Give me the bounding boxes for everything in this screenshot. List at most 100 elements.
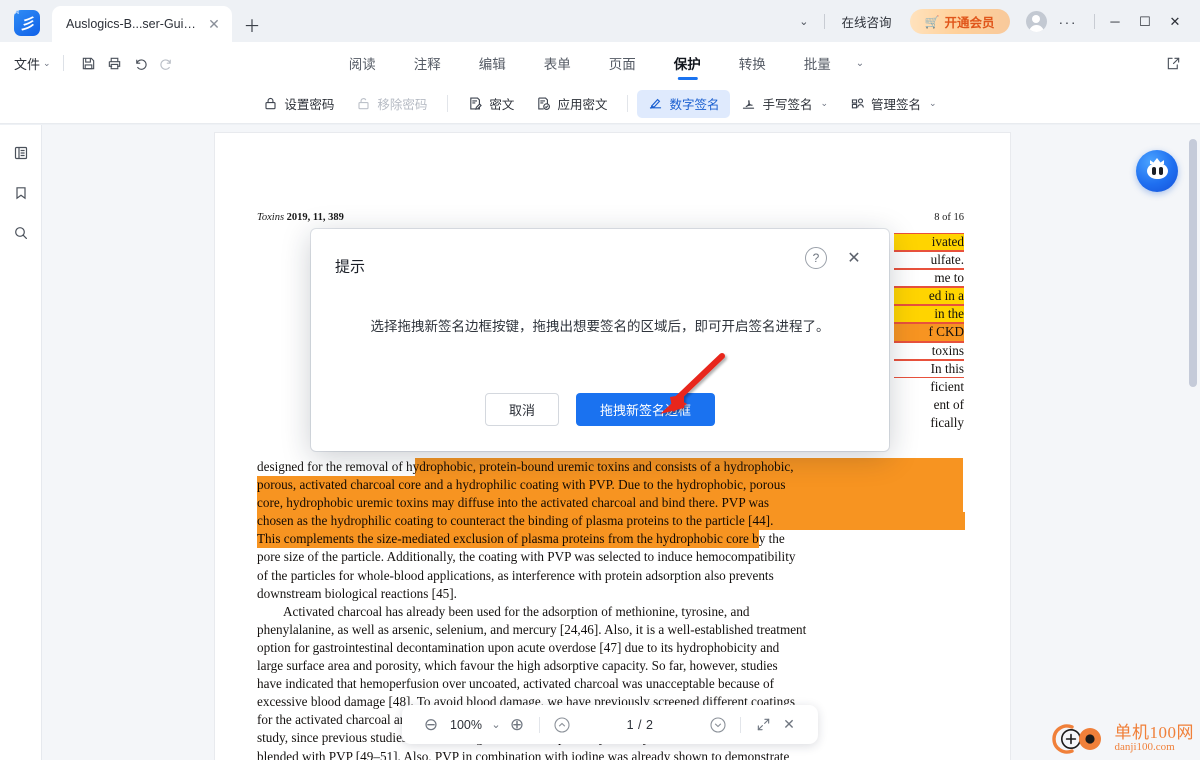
print-icon[interactable] <box>102 50 128 76</box>
text-fragment: toxins <box>894 342 964 360</box>
new-tab-button[interactable]: ＋ <box>242 14 262 36</box>
divider <box>62 55 64 71</box>
document-tab[interactable]: Auslogics-B...ser-Guide * ✕ <box>52 6 232 42</box>
text-line: have indicated that hemoperfusion over u… <box>257 676 774 692</box>
text-line: blended with PVP [49–51]. Also, PVP in c… <box>257 748 790 760</box>
manage-signature-button[interactable]: 管理签名 ⌄ <box>839 90 948 118</box>
vertical-scrollbar[interactable] <box>1186 125 1200 760</box>
handwritten-signature-icon <box>741 96 756 111</box>
scrollbar-thumb[interactable] <box>1189 139 1197 387</box>
divider <box>447 95 449 112</box>
chevron-down-icon: ⌄ <box>929 98 937 108</box>
tab-convert[interactable]: 转换 <box>720 48 785 78</box>
undo-icon[interactable] <box>128 50 154 76</box>
avatar[interactable] <box>1025 11 1047 32</box>
lock-open-icon <box>356 96 371 111</box>
text-fragment: me to <box>894 269 964 287</box>
maximize-button[interactable]: ☐ <box>1130 14 1160 30</box>
zoom-out-button[interactable]: ⊖ <box>418 712 444 738</box>
text-fragment: ent of <box>933 396 964 412</box>
text-line: option for gastrointestinal decontaminat… <box>257 639 780 655</box>
tab-edit[interactable]: 编辑 <box>460 48 525 78</box>
tab-page[interactable]: 页面 <box>590 48 655 78</box>
application-window: AI 彡 Auslogics-B...ser-Guide * ✕ ＋ ⌄ 在线咨询… <box>0 0 1200 760</box>
text-fragment: fically <box>930 414 964 430</box>
title-bar-right: ⌄ 在线咨询 🛒 开通会员 ··· ─ ☐ ✕ <box>789 9 1200 34</box>
chevron-down-icon[interactable]: ⌄ <box>850 58 870 69</box>
text-fragment: ed in a <box>894 287 964 306</box>
set-password-label: 设置密码 <box>284 98 335 112</box>
upgrade-vip-button[interactable]: 🛒 开通会员 <box>909 9 1010 34</box>
save-icon[interactable] <box>76 50 102 76</box>
redact-doc-icon <box>468 96 483 111</box>
page-indicator[interactable]: 1 / 2 <box>575 718 705 732</box>
fit-page-icon[interactable] <box>750 712 776 738</box>
close-zoom-toolbar-button[interactable]: ✕ <box>776 712 802 738</box>
file-menu-label: 文件 <box>14 56 41 72</box>
tab-read[interactable]: 阅读 <box>330 48 395 78</box>
text-line: phenylalanine, as well as arsenic, selen… <box>257 621 807 637</box>
close-icon[interactable]: ✕ <box>843 247 865 269</box>
digital-signature-button[interactable]: 数字签名 <box>637 89 731 118</box>
previous-page-button[interactable] <box>549 712 575 738</box>
minimize-button[interactable]: ─ <box>1100 14 1130 29</box>
left-sidebar <box>0 125 42 760</box>
next-page-button[interactable] <box>705 712 731 738</box>
tab-annotate[interactable]: 注释 <box>395 48 460 78</box>
page-running-header: Toxins 2019, 11, 389 8 of 16 <box>257 212 964 223</box>
digital-signature-label: 数字签名 <box>669 98 720 112</box>
external-link-icon[interactable] <box>1160 50 1186 76</box>
thumbnail-panel-icon[interactable] <box>7 139 35 167</box>
bookmark-icon[interactable] <box>7 179 35 207</box>
redo-icon[interactable] <box>154 50 180 76</box>
crown-icon <box>1150 158 1164 164</box>
file-menu-button[interactable]: 文件 ⌄ <box>14 54 51 73</box>
menu-bar-right <box>1160 50 1186 76</box>
close-window-button[interactable]: ✕ <box>1160 14 1190 30</box>
redact-label: 密文 <box>489 98 515 112</box>
apply-redaction-button[interactable]: 应用密文 <box>525 90 618 118</box>
remove-password-button[interactable]: 移除密码 <box>345 90 438 118</box>
text-fragment: in the <box>894 305 964 324</box>
highlight-orange <box>415 458 963 476</box>
handwritten-signature-button[interactable]: 手写签名 ⌄ <box>730 90 839 118</box>
text-fragment: f CKD <box>894 323 964 342</box>
redact-button[interactable]: 密文 <box>457 90 525 118</box>
cart-icon: 🛒 <box>924 14 940 29</box>
tab-protect[interactable]: 保护 <box>655 48 720 78</box>
page-zoom-toolbar: ⊖ 100% ⌄ ⊕ 1 / 2 ✕ <box>402 705 818 744</box>
journal-ref: Toxins 2019, 11, 389 <box>257 212 344 223</box>
drag-new-signature-box-button[interactable]: 拖拽新签名边框 <box>576 393 715 426</box>
text-fragment: In this <box>894 360 964 378</box>
more-options-icon[interactable]: ··· <box>1047 14 1090 30</box>
chevron-down-icon[interactable]: ⌄ <box>789 15 818 28</box>
help-icon[interactable]: ? <box>805 247 827 269</box>
search-icon[interactable] <box>7 219 35 247</box>
remove-password-label: 移除密码 <box>377 98 428 112</box>
divider <box>539 716 540 733</box>
highlight-orange <box>257 530 759 548</box>
assistant-bubble-button[interactable] <box>1136 150 1178 192</box>
zoom-dropdown-chevron-down-icon[interactable]: ⌄ <box>488 712 504 738</box>
menu-bar: 文件 ⌄ 阅读 注释 编辑 表单 页面 保护 转换 批量 ⌄ <box>0 42 1200 84</box>
highlight-orange <box>257 476 963 494</box>
zoom-in-button[interactable]: ⊕ <box>504 712 530 738</box>
tab-title: Auslogics-B...ser-Guide * <box>66 17 198 31</box>
highlight-orange <box>257 512 965 530</box>
chevron-down-icon: ⌄ <box>820 98 829 108</box>
tab-batch[interactable]: 批量 <box>785 48 850 78</box>
divider <box>627 95 629 112</box>
set-password-button[interactable]: 设置密码 <box>252 90 345 118</box>
text-line: of the particles for whole-blood applica… <box>257 567 774 583</box>
close-icon[interactable]: ✕ <box>204 14 224 34</box>
text-line: pore size of the particle. Additionally,… <box>257 549 796 565</box>
page-number-label: 8 of 16 <box>934 212 964 223</box>
cancel-button[interactable]: 取消 <box>485 393 559 426</box>
tab-form[interactable]: 表单 <box>525 48 590 78</box>
ribbon-tabs: 阅读 注释 编辑 表单 页面 保护 转换 批量 ⌄ <box>330 48 870 78</box>
apply-redaction-icon <box>536 96 551 111</box>
zoom-level-label: 100% <box>450 717 482 732</box>
online-consult-link[interactable]: 在线咨询 <box>830 12 904 31</box>
text-line: large surface area and porosity, which f… <box>257 658 778 674</box>
protect-toolbar: 设置密码 移除密码 密文 应用密文 数字签名 手写签名 ⌄ 管理签名 ⌄ <box>0 84 1200 124</box>
